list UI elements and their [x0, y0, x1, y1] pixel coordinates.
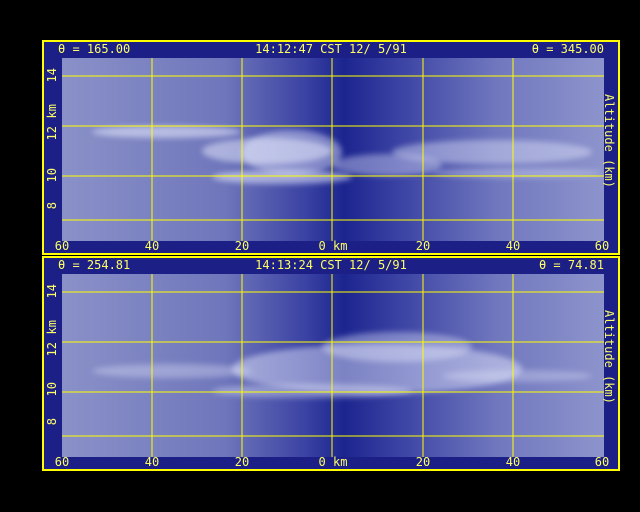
bottom-timestamp: 14:13:24 CST 12/ 5/91 — [255, 258, 407, 272]
bottom-altitude-label: Altitude (km) — [602, 310, 616, 404]
top-yunit: km — [45, 104, 59, 119]
bottom-xtick-20-left: 20 — [234, 455, 250, 469]
top-ytick-10: 10 — [45, 168, 59, 183]
bottom-xtick-20-right: 20 — [415, 455, 431, 469]
bottom-theta-right: θ = 74.81 — [538, 258, 604, 272]
bottom-ytick-14: 14 — [45, 284, 59, 299]
bottom-xtick-60-left: 60 — [54, 455, 70, 469]
top-xtick-60-right: 60 — [594, 239, 610, 253]
bottom-radar-panel: θ = 254.81 14:13:24 CST 12/ 5/91 θ = 74.… — [42, 256, 620, 471]
bottom-xtick-40-right: 40 — [505, 455, 521, 469]
top-ytick-8: 8 — [45, 202, 59, 210]
top-altitude-label: Altitude (km) — [602, 94, 616, 188]
top-radar-panel: θ = 165.00 14:12:47 CST 12/ 5/91 θ = 345… — [42, 40, 620, 255]
top-theta-right: θ = 345.00 — [531, 42, 604, 56]
top-ytick-12: 12 — [45, 126, 59, 141]
top-xtick-40-right: 40 — [505, 239, 521, 253]
top-xtick-20-right: 20 — [415, 239, 431, 253]
top-cloud-image — [62, 58, 604, 241]
top-ytick-14: 14 — [45, 68, 59, 83]
bottom-cloud-image — [62, 274, 604, 457]
bottom-xtick-40-left: 40 — [144, 455, 160, 469]
top-xtick-40-left: 40 — [144, 239, 160, 253]
bottom-ytick-12: 12 — [45, 342, 59, 357]
bottom-xtick-0: 0 km — [318, 455, 348, 469]
top-grid — [62, 58, 604, 241]
bottom-xtick-60-right: 60 — [594, 455, 610, 469]
top-xtick-60-left: 60 — [54, 239, 70, 253]
bottom-ytick-10: 10 — [45, 382, 59, 397]
bottom-grid — [62, 274, 604, 457]
top-xtick-0: 0 km — [318, 239, 348, 253]
bottom-yunit: km — [45, 320, 59, 335]
bottom-ytick-8: 8 — [45, 418, 59, 426]
top-xtick-20-left: 20 — [234, 239, 250, 253]
